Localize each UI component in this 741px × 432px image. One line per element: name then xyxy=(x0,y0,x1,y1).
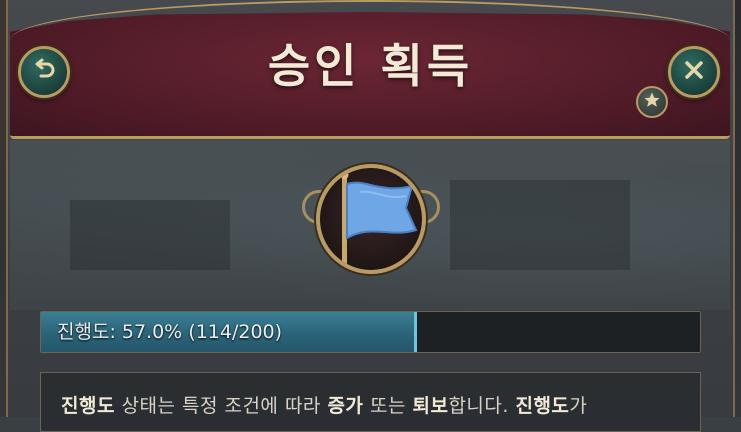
progress-label: 진행도: 57.0% (114/200) xyxy=(57,321,283,343)
back-button[interactable] xyxy=(18,46,70,98)
back-arrow-icon xyxy=(31,57,57,87)
emblem-frame xyxy=(316,164,426,274)
description-segment: 가 xyxy=(569,395,588,417)
description-box: 진행도 상태는 특정 조건에 따라 증가 또는 퇴보합니다. 진행도가 xyxy=(40,372,701,432)
favorite-button[interactable] xyxy=(636,86,668,118)
description-text: 진행도 상태는 특정 조건에 따라 증가 또는 퇴보합니다. 진행도가 xyxy=(61,391,587,418)
description-segment: 상태는 특정 조건에 따라 xyxy=(114,395,328,417)
description-keyword[interactable]: 진행도 xyxy=(61,395,115,417)
approval-emblem xyxy=(302,160,440,278)
description-keyword[interactable]: 진행도 xyxy=(515,395,569,417)
description-keyword[interactable]: 증가 xyxy=(327,395,363,417)
page-title: 승인 획득 xyxy=(267,39,474,93)
blue-flag-icon xyxy=(320,171,422,270)
description-keyword[interactable]: 퇴보 xyxy=(412,395,448,417)
approval-progress-bar: 진행도: 57.0% (114/200) xyxy=(40,311,701,353)
close-x-icon xyxy=(681,57,707,87)
description-segment: 또는 xyxy=(363,395,413,417)
close-button[interactable] xyxy=(668,46,720,98)
description-segment: 합니다. xyxy=(448,395,516,417)
star-icon xyxy=(643,91,661,113)
